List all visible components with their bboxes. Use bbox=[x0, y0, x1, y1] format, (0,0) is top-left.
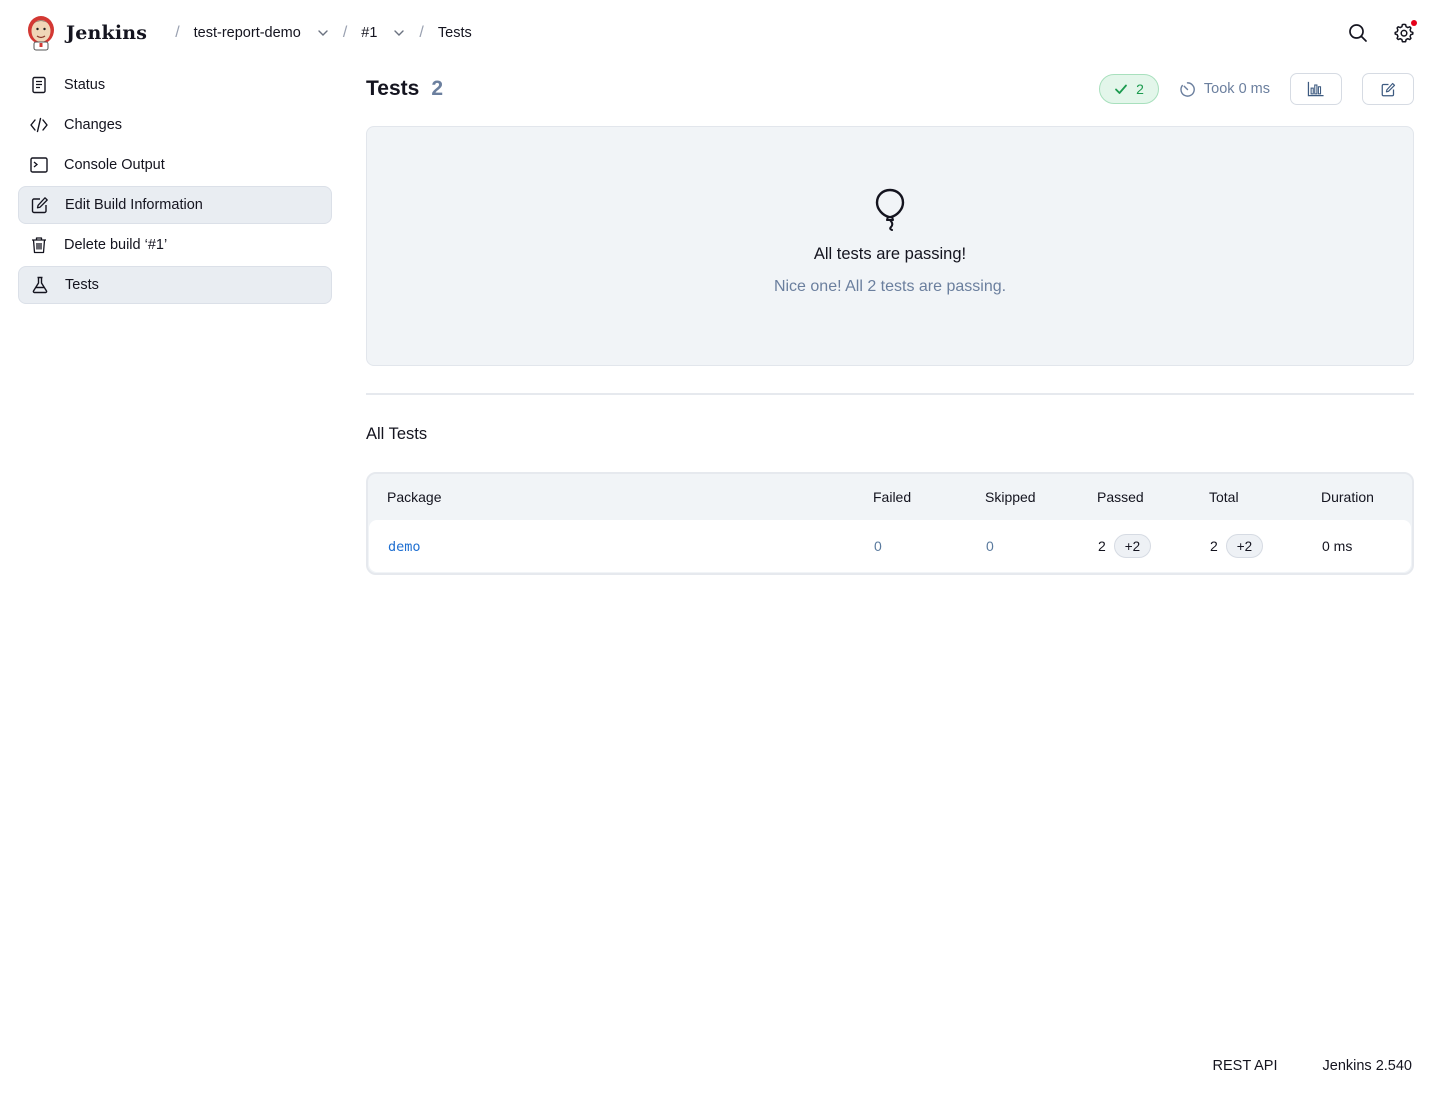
search-icon[interactable] bbox=[1348, 23, 1368, 43]
section-divider bbox=[366, 393, 1414, 395]
flask-icon bbox=[31, 276, 49, 294]
trash-icon bbox=[30, 236, 48, 254]
column-header-duration[interactable]: Duration bbox=[1321, 489, 1412, 505]
breadcrumb-job[interactable]: test-report-demo bbox=[194, 25, 301, 41]
duration-summary: Took 0 ms bbox=[1179, 81, 1270, 98]
column-header-total[interactable]: Total bbox=[1209, 489, 1321, 505]
sidebar: Status Changes Console Output Edit Build… bbox=[18, 66, 332, 306]
page-title: Tests bbox=[366, 77, 420, 100]
empty-state-subtitle: Nice one! All 2 tests are passing. bbox=[773, 278, 1007, 295]
test-count: 2 bbox=[431, 77, 443, 100]
column-header-passed[interactable]: Passed bbox=[1097, 489, 1209, 505]
edit-description-button[interactable] bbox=[1362, 73, 1414, 105]
top-header: Jenkins / test-report-demo / #1 / Tests bbox=[0, 0, 1440, 66]
terminal-icon bbox=[30, 156, 48, 174]
breadcrumb-separator: / bbox=[419, 24, 424, 41]
section-title: All Tests bbox=[366, 425, 428, 443]
jenkins-logo-link[interactable]: Jenkins bbox=[26, 14, 147, 52]
sidebar-item-label: Delete build ‘#1’ bbox=[64, 237, 168, 253]
code-icon bbox=[30, 116, 48, 134]
sidebar-item-delete-build[interactable]: Delete build ‘#1’ bbox=[18, 226, 332, 264]
sidebar-item-status[interactable]: Status bbox=[18, 66, 332, 104]
gear-icon[interactable] bbox=[1394, 20, 1417, 43]
chart-icon bbox=[1307, 81, 1324, 97]
column-header-failed[interactable]: Failed bbox=[873, 489, 985, 505]
tests-table: Package Failed Skipped Passed Total Dura… bbox=[366, 472, 1414, 575]
sidebar-item-console-output[interactable]: Console Output bbox=[18, 146, 332, 184]
sidebar-item-edit-build-information[interactable]: Edit Build Information bbox=[18, 186, 332, 224]
sidebar-item-label: Console Output bbox=[64, 157, 165, 173]
chevron-down-icon[interactable] bbox=[393, 27, 405, 39]
breadcrumb-separator: / bbox=[342, 24, 348, 41]
edit-icon bbox=[31, 196, 49, 214]
failed-count: 0 bbox=[874, 538, 882, 554]
chevron-down-icon[interactable] bbox=[317, 27, 329, 39]
breadcrumb-tests[interactable]: Tests bbox=[438, 25, 472, 41]
jenkins-version-link[interactable]: Jenkins 2.540 bbox=[1323, 1058, 1412, 1074]
passed-badge-count: 2 bbox=[1136, 81, 1144, 97]
all-passing-card: All tests are passing! Nice one! All 2 t… bbox=[366, 126, 1414, 366]
passed-badge[interactable]: 2 bbox=[1099, 74, 1159, 104]
edit-icon bbox=[1381, 82, 1395, 96]
balloon-icon bbox=[875, 188, 905, 231]
passed-count: 2 bbox=[1098, 538, 1106, 554]
footer: REST API Jenkins 2.540 bbox=[1213, 1058, 1413, 1074]
rest-api-link[interactable]: REST API bbox=[1213, 1058, 1278, 1074]
column-header-skipped[interactable]: Skipped bbox=[985, 489, 1097, 505]
took-label: Took 0 ms bbox=[1203, 81, 1270, 97]
passed-delta-badge: +2 bbox=[1113, 534, 1152, 558]
sidebar-item-label: Edit Build Information bbox=[65, 197, 203, 213]
total-delta-badge: +2 bbox=[1225, 534, 1264, 558]
breadcrumb: / test-report-demo / #1 / Tests bbox=[161, 24, 472, 42]
sidebar-item-tests[interactable]: Tests bbox=[18, 266, 332, 304]
main-content: Tests 2 2 Took 0 ms All tests are passin… bbox=[366, 66, 1414, 575]
duration-value: 0 ms bbox=[1322, 538, 1353, 554]
sidebar-item-label: Tests bbox=[65, 277, 99, 293]
sidebar-item-label: Status bbox=[64, 77, 106, 93]
sidebar-item-changes[interactable]: Changes bbox=[18, 106, 332, 144]
column-header-package[interactable]: Package bbox=[368, 489, 873, 505]
timer-icon bbox=[1180, 81, 1195, 97]
table-row: demo 0 0 2 +2 2 +2 0 ms bbox=[369, 520, 1411, 572]
table-header-row: Package Failed Skipped Passed Total Dura… bbox=[368, 474, 1412, 520]
history-chart-button[interactable] bbox=[1290, 73, 1342, 105]
check-icon bbox=[1115, 84, 1128, 94]
notification-dot bbox=[1411, 20, 1417, 26]
sidebar-item-label: Changes bbox=[64, 117, 123, 133]
empty-state-title: All tests are passing! bbox=[813, 245, 967, 263]
document-icon bbox=[30, 76, 48, 94]
breadcrumb-build[interactable]: #1 bbox=[361, 25, 377, 41]
title-row: Tests 2 2 Took 0 ms bbox=[366, 66, 1414, 112]
total-count: 2 bbox=[1210, 538, 1218, 554]
jenkins-butler-icon bbox=[28, 16, 54, 51]
brand-name: Jenkins bbox=[66, 22, 148, 44]
package-link[interactable]: demo bbox=[388, 539, 421, 555]
breadcrumb-separator: / bbox=[175, 24, 180, 41]
skipped-count: 0 bbox=[986, 538, 994, 554]
